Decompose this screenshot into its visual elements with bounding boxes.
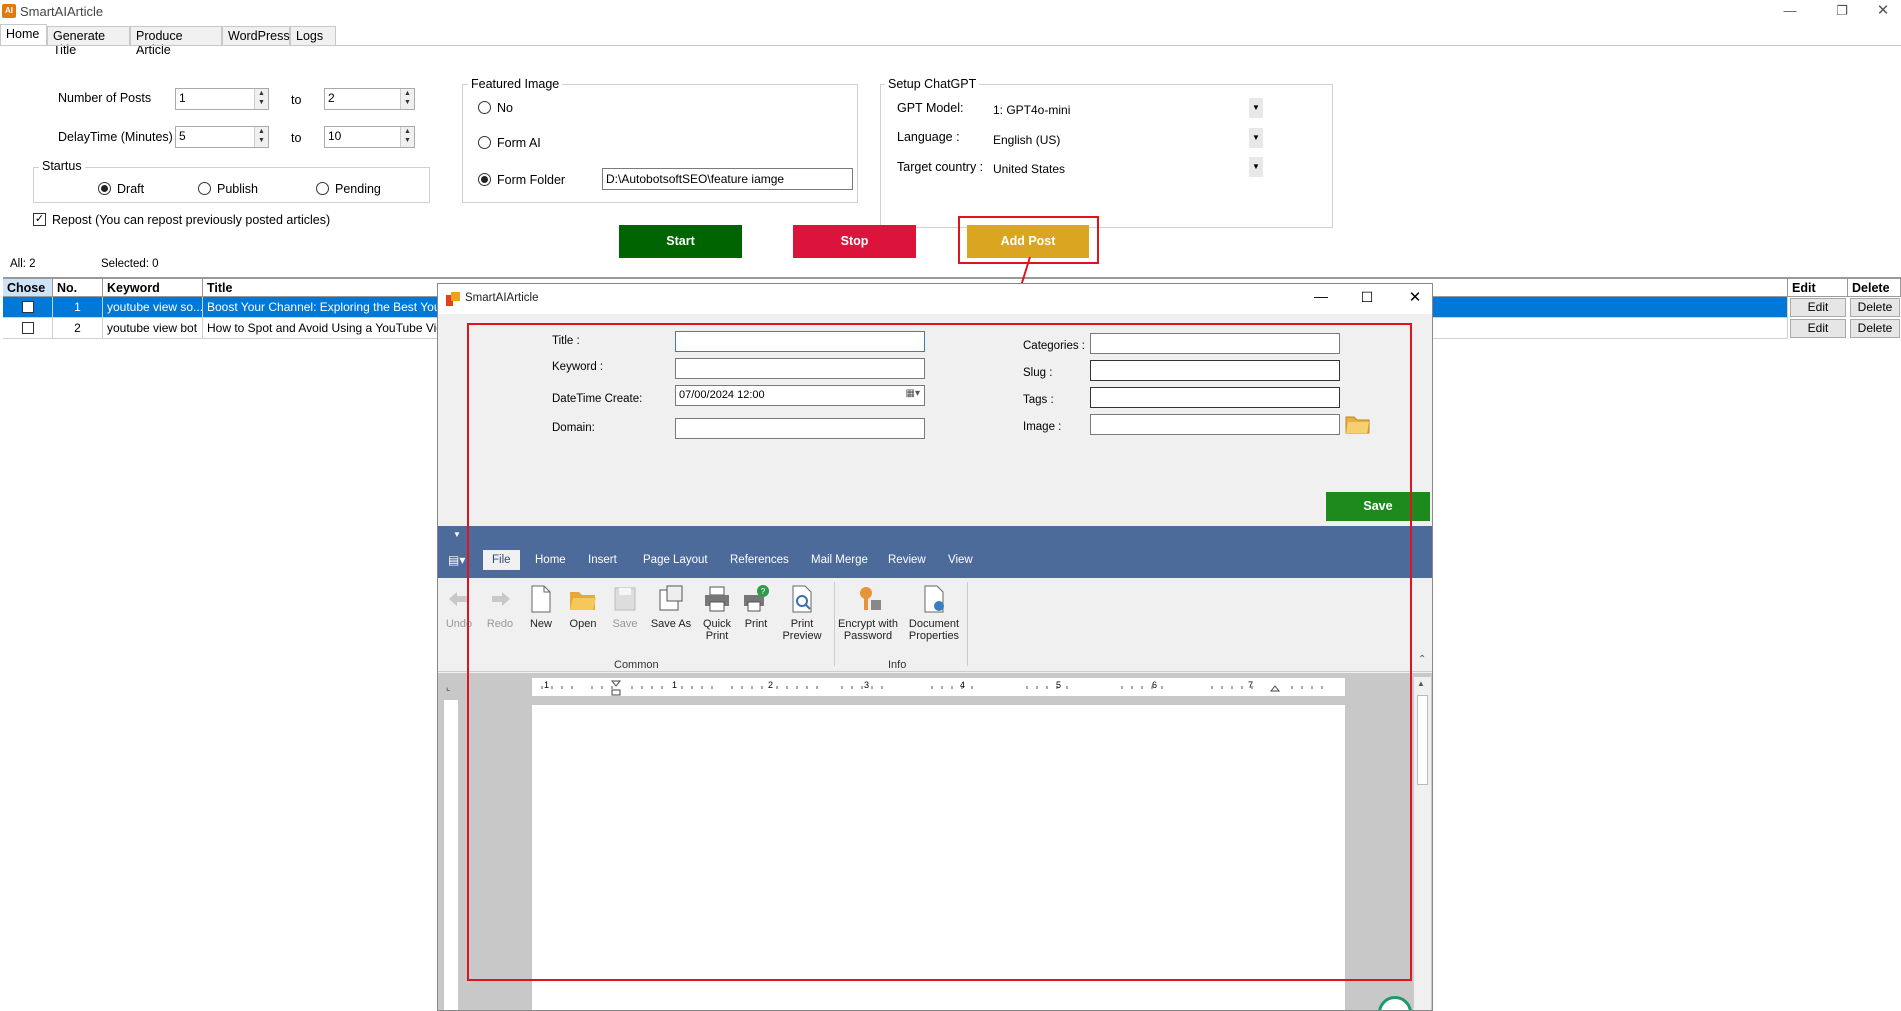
- ribbon-menu-icon[interactable]: ▤▾: [448, 553, 465, 567]
- app-logo-icon: [446, 292, 460, 306]
- stop-button[interactable]: Stop: [793, 225, 916, 258]
- dialog-title: SmartAIArticle: [465, 292, 539, 304]
- delete-button[interactable]: Delete: [1850, 298, 1900, 317]
- tab-logs[interactable]: Logs: [290, 26, 336, 46]
- stepper-arrows-icon[interactable]: ▲ ▼: [400, 89, 414, 109]
- row-keyword: youtube view so...: [103, 297, 203, 318]
- tab-generate-title[interactable]: Generate Title: [47, 26, 130, 57]
- featured-folder-label: Form Folder: [497, 173, 566, 187]
- posts-from-value: 1: [179, 91, 186, 105]
- number-of-posts-label: Number of Posts: [58, 91, 152, 105]
- vertical-ruler: [444, 700, 458, 1010]
- quick-access-icon[interactable]: ▼: [453, 530, 461, 539]
- chevron-down-icon[interactable]: ▼: [1249, 98, 1263, 118]
- chevron-down-icon[interactable]: ▼: [1249, 128, 1263, 148]
- collapse-ribbon-icon[interactable]: ⌃: [1418, 654, 1426, 665]
- posts-to-value: 2: [328, 91, 335, 105]
- featured-image-legend: Featured Image: [468, 77, 563, 91]
- status-draft-radio[interactable]: [98, 182, 111, 195]
- title-bar: AI SmartAIArticle — ❐ ✕: [0, 0, 1901, 24]
- status-legend: Startus: [39, 159, 85, 173]
- col-no[interactable]: No.: [53, 278, 103, 297]
- chatgpt-legend: Setup ChatGPT: [885, 77, 980, 91]
- tab-produce-article[interactable]: Produce Article: [130, 26, 222, 57]
- scroll-up-icon[interactable]: ▲: [1417, 679, 1425, 688]
- language-value: English (US): [993, 133, 1061, 147]
- row-checkbox[interactable]: [22, 322, 34, 334]
- delay-from-stepper[interactable]: 5 ▲ ▼: [175, 126, 269, 148]
- country-value: United States: [993, 162, 1066, 176]
- featured-ai-radio[interactable]: [478, 136, 491, 149]
- vertical-scrollbar[interactable]: ▲: [1413, 677, 1431, 1010]
- delay-label: DelayTime (Minutes): [58, 130, 173, 144]
- row-no: 2: [53, 318, 103, 339]
- to-label: to: [291, 131, 302, 145]
- gpt-model-value: 1: GPT4o-mini: [993, 103, 1071, 117]
- edit-button[interactable]: Edit: [1790, 319, 1846, 338]
- posts-from-stepper[interactable]: 1 ▲ ▼: [175, 88, 269, 110]
- status-publish-radio[interactable]: [198, 182, 211, 195]
- col-keyword[interactable]: Keyword: [103, 278, 203, 297]
- gpt-model-select[interactable]: 1: GPT4o-mini: [990, 100, 1265, 122]
- col-edit[interactable]: Edit: [1788, 278, 1848, 297]
- row-no: 1: [53, 297, 103, 318]
- delay-to-stepper[interactable]: 10 ▲ ▼: [324, 126, 415, 148]
- col-chose[interactable]: Chose: [3, 278, 53, 297]
- edit-button[interactable]: Edit: [1790, 298, 1846, 317]
- row-keyword: youtube view bot: [103, 318, 203, 339]
- restore-icon[interactable]: ❐: [1819, 0, 1865, 24]
- delete-button[interactable]: Delete: [1850, 319, 1900, 338]
- all-count: All: 2: [10, 258, 36, 270]
- repost-label: Repost (You can repost previously posted…: [52, 213, 331, 227]
- posts-to-stepper[interactable]: 2 ▲ ▼: [324, 88, 415, 110]
- maximize-icon[interactable]: ☐: [1352, 289, 1382, 306]
- tab-stop-icon[interactable]: ⌞: [446, 682, 450, 693]
- tab-wordpress[interactable]: WordPress: [222, 26, 290, 46]
- language-select[interactable]: English (US): [990, 130, 1265, 152]
- col-delete[interactable]: Delete: [1848, 278, 1901, 297]
- delay-to-value: 10: [328, 129, 342, 143]
- to-label: to: [291, 93, 302, 107]
- window-title: SmartAIArticle: [20, 4, 104, 19]
- dialog-highlight: [467, 323, 1412, 981]
- status-publish-label: Publish: [217, 182, 258, 196]
- country-label: Target country :: [897, 160, 984, 174]
- status-draft-label: Draft: [117, 182, 145, 196]
- dialog-title-bar: SmartAIArticle — ☐ ✕: [438, 284, 1432, 314]
- minimize-icon[interactable]: —: [1767, 0, 1813, 24]
- close-icon[interactable]: ✕: [1400, 288, 1430, 306]
- country-select[interactable]: United States: [990, 159, 1265, 181]
- close-icon[interactable]: ✕: [1860, 0, 1901, 24]
- selected-count: Selected: 0: [101, 258, 159, 270]
- start-button[interactable]: Start: [619, 225, 742, 258]
- featured-ai-label: Form AI: [497, 136, 541, 150]
- status-pending-label: Pending: [335, 182, 381, 196]
- featured-no-radio[interactable]: [478, 101, 491, 114]
- stepper-arrows-icon[interactable]: ▲ ▼: [400, 127, 414, 147]
- featured-no-label: No: [497, 101, 513, 115]
- folder-path-input[interactable]: D:\AutobotsoftSEO\feature iamge: [602, 168, 853, 190]
- tab-home[interactable]: Home: [0, 24, 47, 46]
- repost-checkbox[interactable]: ✓: [33, 213, 46, 226]
- row-checkbox[interactable]: [22, 301, 34, 313]
- minimize-icon[interactable]: —: [1306, 288, 1336, 304]
- chevron-down-icon[interactable]: ▼: [1249, 157, 1263, 177]
- scroll-thumb[interactable]: [1417, 695, 1428, 785]
- gpt-model-label: GPT Model:: [897, 101, 964, 115]
- stepper-arrows-icon[interactable]: ▲ ▼: [254, 89, 268, 109]
- featured-folder-radio[interactable]: [478, 173, 491, 186]
- delay-from-value: 5: [179, 129, 186, 143]
- stepper-arrows-icon[interactable]: ▲ ▼: [254, 127, 268, 147]
- tab-divider: [0, 45, 1901, 46]
- app-logo-icon: AI: [2, 4, 16, 18]
- language-label: Language :: [897, 130, 960, 144]
- status-pending-radio[interactable]: [316, 182, 329, 195]
